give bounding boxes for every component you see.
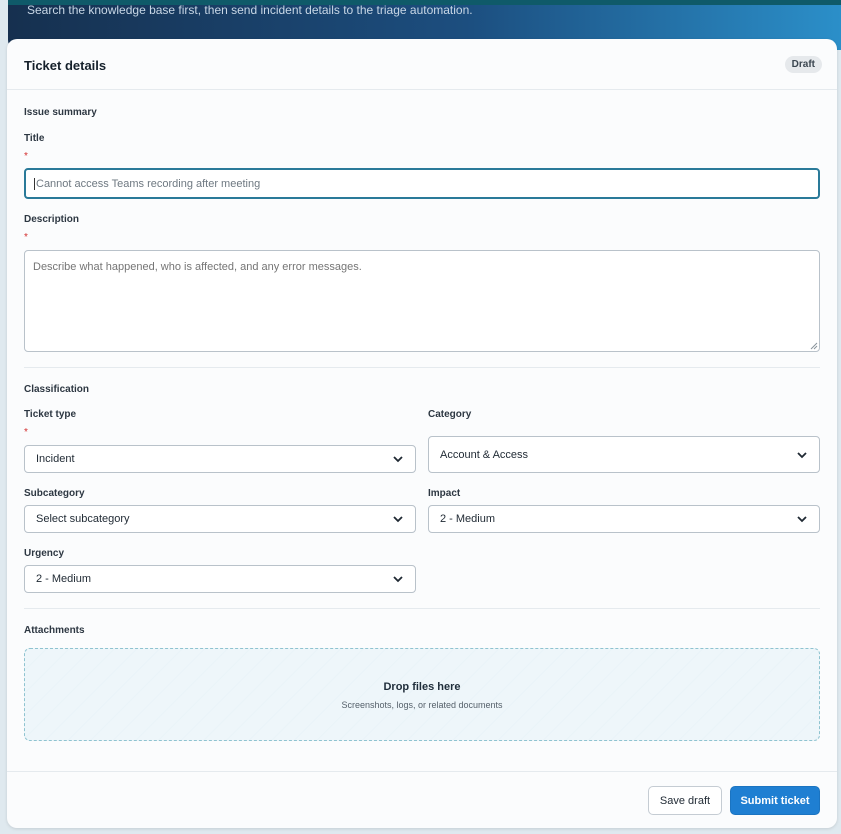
section-heading-classification: Classification <box>24 384 90 395</box>
chevron-down-icon <box>393 516 403 523</box>
chevron-down-icon <box>797 451 807 458</box>
description-textarea[interactable] <box>24 250 820 352</box>
description-required-mark: * <box>24 232 28 243</box>
section-heading-attachments: Attachments <box>24 625 85 636</box>
card-title: Ticket details <box>24 58 107 73</box>
subcategory-value: Select subcategory <box>36 513 130 525</box>
urgency-select[interactable]: 2 - Medium <box>24 565 416 593</box>
subcategory-select[interactable]: Select subcategory <box>24 505 416 533</box>
header-subtitle: Search the knowledge base first, then se… <box>27 3 473 17</box>
impact-label: Impact <box>428 488 461 499</box>
section-heading-issue-summary: Issue summary <box>24 107 97 118</box>
card-footer: Save draft Submit ticket <box>7 771 837 828</box>
urgency-value: 2 - Medium <box>36 573 92 585</box>
ticket-type-select[interactable]: Incident <box>24 445 416 473</box>
category-select[interactable]: Account & Access <box>428 436 820 473</box>
title-placeholder: Cannot access Teams recording after meet… <box>36 177 261 190</box>
title-required-mark: * <box>24 151 28 162</box>
ticket-type-label: Ticket type <box>24 409 77 420</box>
chevron-down-icon <box>393 456 403 463</box>
ticket-details-card: Ticket details Draft Issue summary Title… <box>7 39 837 828</box>
file-dropzone[interactable]: Drop files here Screenshots, logs, or re… <box>24 648 820 741</box>
card-header: Ticket details Draft <box>7 39 837 90</box>
dropzone-title: Drop files here <box>383 681 461 693</box>
ticket-type-value: Incident <box>36 453 75 465</box>
impact-select[interactable]: 2 - Medium <box>428 505 820 533</box>
text-cursor <box>34 177 35 190</box>
urgency-label: Urgency <box>24 548 65 559</box>
category-label: Category <box>428 409 472 420</box>
section-divider <box>24 367 820 368</box>
title-input[interactable]: Cannot access Teams recording after meet… <box>24 168 820 199</box>
dropzone-subtitle: Screenshots, logs, or related documents <box>341 700 503 710</box>
chevron-down-icon <box>797 516 807 523</box>
save-draft-button[interactable]: Save draft <box>648 786 722 815</box>
ticket-type-required-mark: * <box>24 427 28 438</box>
impact-value: 2 - Medium <box>440 513 496 525</box>
description-label: Description <box>24 214 80 225</box>
title-label: Title <box>24 133 45 144</box>
submit-ticket-button[interactable]: Submit ticket <box>730 786 820 815</box>
category-value: Account & Access <box>440 448 529 461</box>
subcategory-label: Subcategory <box>24 488 85 499</box>
chevron-down-icon <box>393 576 403 583</box>
resize-handle-icon[interactable] <box>810 342 818 350</box>
section-divider <box>24 608 820 609</box>
status-badge: Draft <box>784 56 822 73</box>
